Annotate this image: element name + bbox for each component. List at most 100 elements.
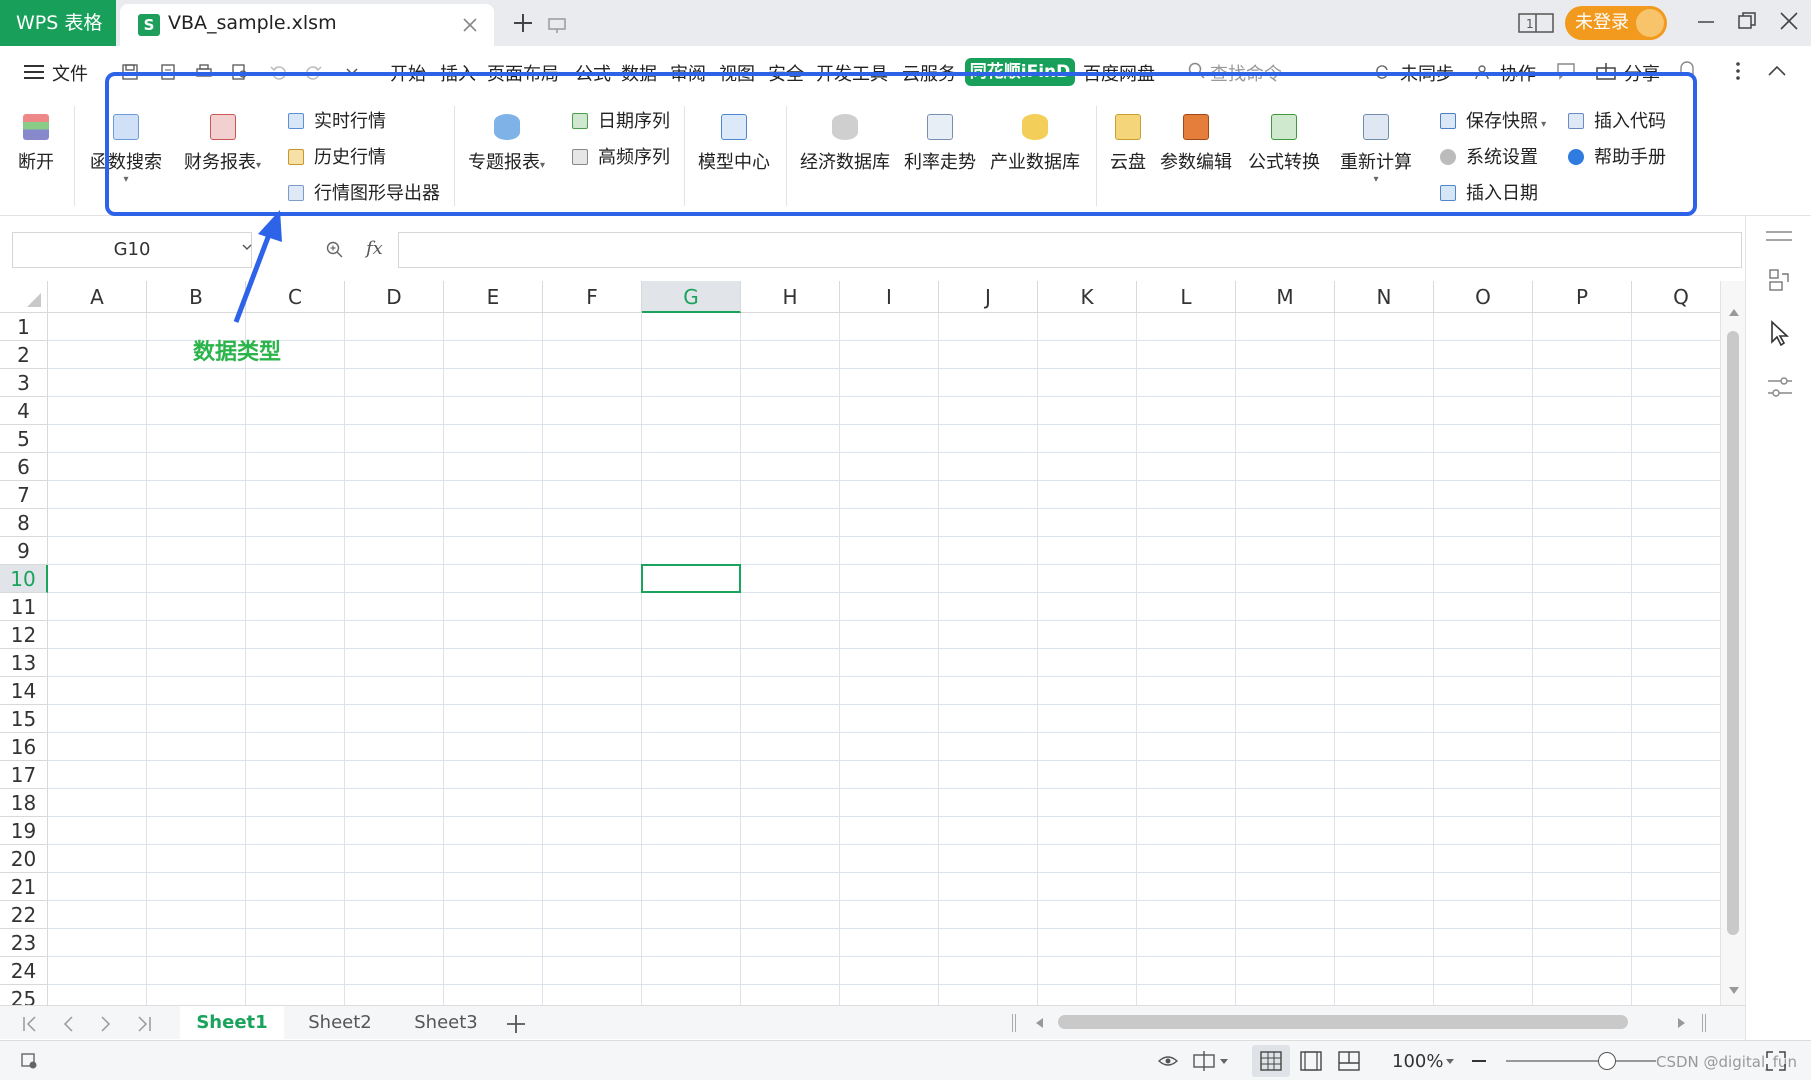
hscroll-thumb[interactable] <box>1058 1015 1628 1029</box>
scroll-left-icon[interactable] <box>1036 1018 1043 1028</box>
row-header-21[interactable]: 21 <box>0 873 48 901</box>
select-all-corner[interactable] <box>0 281 48 313</box>
column-header-j[interactable]: J <box>939 281 1038 313</box>
row-header-9[interactable]: 9 <box>0 537 48 565</box>
row-header-7[interactable]: 7 <box>0 481 48 509</box>
row-header-18[interactable]: 18 <box>0 789 48 817</box>
file-tab[interactable]: S VBA_sample.xlsm <box>120 4 566 46</box>
last-sheet-icon[interactable] <box>136 1016 152 1032</box>
app-tab[interactable]: WPS 表格 <box>0 0 116 46</box>
next-sheet-icon[interactable] <box>100 1016 112 1032</box>
zoom-out-icon[interactable] <box>1472 1059 1486 1063</box>
row-header-22[interactable]: 22 <box>0 901 48 929</box>
grid-row-line <box>48 956 1720 957</box>
grid-col-line <box>839 313 840 1005</box>
layout-icon[interactable]: 1 <box>1518 12 1554 34</box>
row-header-13[interactable]: 13 <box>0 649 48 677</box>
row-header-16[interactable]: 16 <box>0 733 48 761</box>
column-header-h[interactable]: H <box>741 281 840 313</box>
zoom-icon[interactable] <box>326 241 344 259</box>
column-header-f[interactable]: F <box>543 281 642 313</box>
zoom-slider-handle[interactable] <box>1598 1052 1616 1070</box>
row-header-24[interactable]: 24 <box>0 957 48 985</box>
scroll-up-icon[interactable] <box>1729 309 1739 316</box>
spreadsheet-grid[interactable]: ABCDEFGHIJKLMNOPQ 1 2 3 4 5 6 7 8 9 10 11 12 13 14 15 1… <box>0 281 1720 1005</box>
hamburger-icon[interactable] <box>24 64 44 80</box>
fx-icon[interactable]: fx <box>366 238 383 259</box>
page-break-view-icon[interactable] <box>1338 1051 1360 1071</box>
horizontal-scrollbar[interactable] <box>1030 1011 1690 1033</box>
minimize-icon[interactable] <box>1698 20 1714 24</box>
column-header-k[interactable]: K <box>1038 281 1137 313</box>
hscroll-splitter[interactable] <box>1012 1014 1016 1032</box>
monitor-icon[interactable] <box>548 18 566 34</box>
eye-icon[interactable] <box>1158 1053 1178 1069</box>
scroll-down-icon[interactable] <box>1729 987 1739 994</box>
hscroll-splitter[interactable] <box>1702 1014 1706 1032</box>
column-header-q[interactable]: Q <box>1632 281 1720 313</box>
row-header-6[interactable]: 6 <box>0 453 48 481</box>
row-header-8[interactable]: 8 <box>0 509 48 537</box>
scroll-right-icon[interactable] <box>1678 1018 1685 1028</box>
row-header-23[interactable]: 23 <box>0 929 48 957</box>
row-header-10[interactable]: 10 <box>0 565 48 593</box>
row-header-11[interactable]: 11 <box>0 593 48 621</box>
disconnect-button[interactable]: 断开 <box>18 114 54 174</box>
column-header-l[interactable]: L <box>1137 281 1236 313</box>
row-header-3[interactable]: 3 <box>0 369 48 397</box>
zoom-level[interactable]: 100% <box>1392 1051 1443 1072</box>
row-header-15[interactable]: 15 <box>0 705 48 733</box>
scrollbar-thumb[interactable] <box>1727 331 1739 935</box>
cursor-icon[interactable] <box>1770 320 1790 346</box>
row-header-19[interactable]: 19 <box>0 817 48 845</box>
restore-icon[interactable] <box>1738 12 1756 30</box>
column-header-d[interactable]: D <box>345 281 444 313</box>
row-header-20[interactable]: 20 <box>0 845 48 873</box>
name-box[interactable]: G10 <box>12 232 252 268</box>
collapse-ribbon-icon[interactable] <box>1768 66 1786 76</box>
more-icon[interactable] <box>1736 62 1740 80</box>
chevron-down-icon[interactable] <box>1220 1059 1228 1065</box>
column-header-n[interactable]: N <box>1335 281 1434 313</box>
page-layout-view-icon[interactable] <box>1300 1051 1322 1071</box>
transform-icon[interactable] <box>1768 268 1790 292</box>
column-header-g[interactable]: G <box>642 281 741 313</box>
normal-view-button[interactable] <box>1252 1045 1290 1077</box>
sliders-icon[interactable] <box>1768 376 1792 398</box>
login-button[interactable]: 未登录 <box>1565 6 1667 40</box>
sheet-tab-3[interactable]: Sheet3 <box>396 1006 496 1040</box>
zoom-slider[interactable] <box>1506 1060 1656 1062</box>
row-header-14[interactable]: 14 <box>0 677 48 705</box>
column-header-m[interactable]: M <box>1236 281 1335 313</box>
column-header-i[interactable]: I <box>840 281 939 313</box>
center-layout-icon[interactable] <box>1192 1051 1218 1071</box>
row-header-5[interactable]: 5 <box>0 425 48 453</box>
row-header-25[interactable]: 25 <box>0 985 48 1005</box>
fullscreen-icon[interactable] <box>1766 1051 1786 1071</box>
row-header-4[interactable]: 4 <box>0 397 48 425</box>
menu-lines-icon[interactable] <box>1766 230 1792 242</box>
vertical-scrollbar[interactable] <box>1720 281 1745 1005</box>
column-header-o[interactable]: O <box>1434 281 1533 313</box>
window-close-icon[interactable] <box>1780 12 1798 30</box>
sheet-tab-2[interactable]: Sheet2 <box>290 1006 390 1040</box>
row-header-2[interactable]: 2 <box>0 341 48 369</box>
add-sheet-icon[interactable] <box>506 1014 526 1034</box>
sheet-tab-1[interactable]: Sheet1 <box>180 1006 284 1040</box>
macro-record-icon[interactable] <box>20 1052 38 1070</box>
row-header-12[interactable]: 12 <box>0 621 48 649</box>
close-icon[interactable] <box>462 17 478 33</box>
column-header-p[interactable]: P <box>1533 281 1632 313</box>
active-cell[interactable] <box>641 564 741 593</box>
prev-sheet-icon[interactable] <box>62 1016 74 1032</box>
row-header-1[interactable]: 1 <box>0 313 48 341</box>
column-header-a[interactable]: A <box>48 281 147 313</box>
menu-file[interactable]: 文件 <box>52 60 88 86</box>
column-header-e[interactable]: E <box>444 281 543 313</box>
new-tab-icon[interactable] <box>512 12 534 34</box>
first-sheet-icon[interactable] <box>22 1016 38 1032</box>
annotation-highlight-box <box>105 72 1697 216</box>
formula-input[interactable] <box>398 232 1742 268</box>
row-header-17[interactable]: 17 <box>0 761 48 789</box>
chevron-down-icon[interactable] <box>1446 1059 1454 1065</box>
